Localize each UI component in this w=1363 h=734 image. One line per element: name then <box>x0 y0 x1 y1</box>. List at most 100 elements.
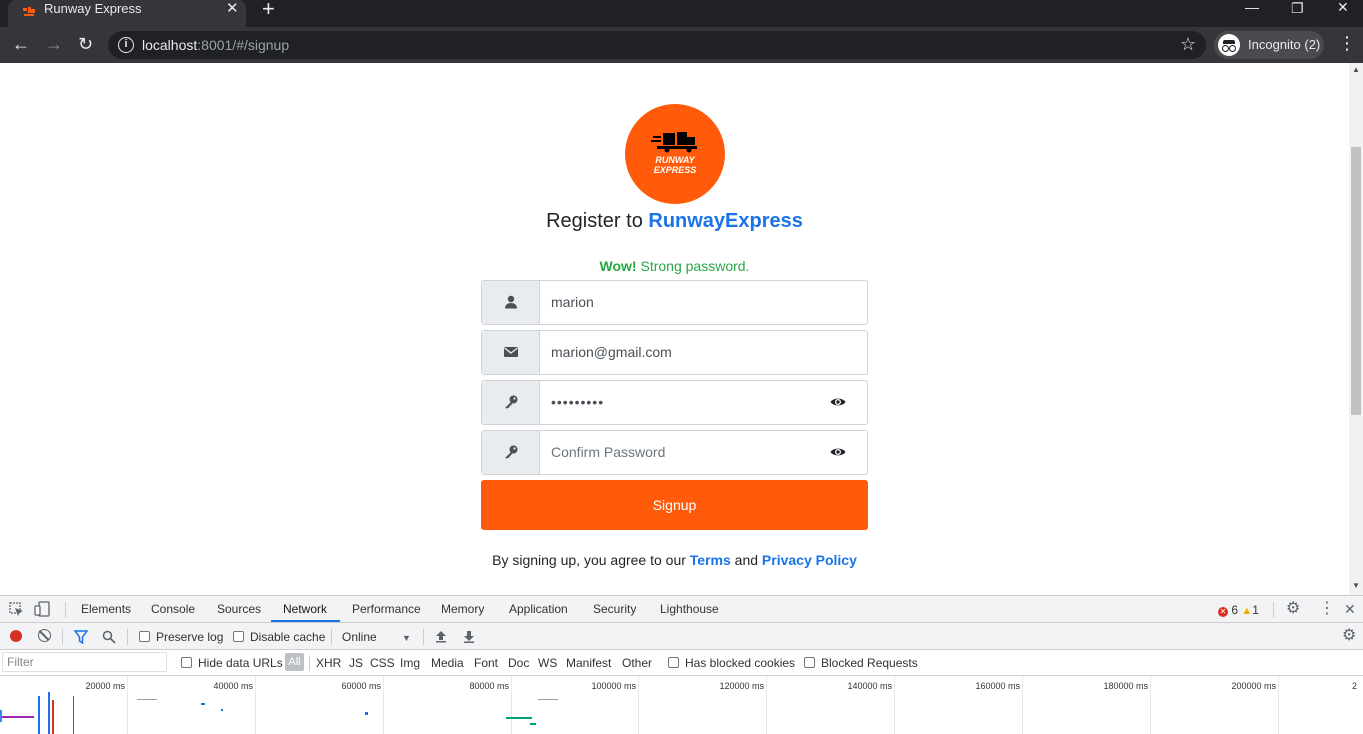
eye-icon[interactable] <box>830 445 846 459</box>
reload-icon[interactable]: ↻ <box>78 34 93 54</box>
password-strength-message: Wow! Strong password. <box>0 257 1349 275</box>
back-icon[interactable]: ← <box>12 34 30 54</box>
privacy-policy-link[interactable]: Privacy Policy <box>762 552 857 568</box>
signup-button[interactable]: Signup <box>481 480 868 530</box>
forward-icon[interactable]: → <box>45 34 63 54</box>
chevron-down-icon[interactable]: ▼ <box>402 630 411 646</box>
page-title: Register to RunwayExpress <box>0 209 1349 233</box>
filter-xhr[interactable]: XHR <box>316 656 341 671</box>
request-bar <box>0 716 34 718</box>
filter-other[interactable]: Other <box>622 656 652 671</box>
inspect-element-icon[interactable] <box>9 602 24 617</box>
email-input[interactable]: marion@gmail.com <box>551 343 672 361</box>
timeline-tick-label: 180000 ms <box>1103 681 1148 691</box>
has-blocked-cookies-label: Has blocked cookies <box>685 656 796 670</box>
devtools-separator <box>331 629 332 645</box>
browser-tab[interactable]: Runway Express ✕ <box>8 0 246 27</box>
tab-title: Runway Express <box>44 1 142 16</box>
incognito-icon <box>1218 34 1240 56</box>
username-input[interactable]: marion <box>551 293 594 311</box>
tab-console[interactable]: Console <box>151 602 195 617</box>
filter-ws[interactable]: WS <box>538 656 557 671</box>
network-overview-timeline[interactable]: 20000 ms 40000 ms 60000 ms 80000 ms 1000… <box>0 676 1363 734</box>
devtools-tabbar: Elements Console Sources Network Perform… <box>0 596 1363 623</box>
filter-manifest[interactable]: Manifest <box>566 656 611 671</box>
incognito-button[interactable]: Incognito (2) <box>1214 31 1324 59</box>
url-text[interactable]: localhost:8001/#/signup <box>142 36 289 54</box>
tab-elements[interactable]: Elements <box>81 602 131 617</box>
tab-memory[interactable]: Memory <box>441 602 484 617</box>
terms-link[interactable]: Terms <box>690 552 731 568</box>
confirm-password-input[interactable]: Confirm Password <box>551 443 665 461</box>
window-close-icon[interactable]: ✕ <box>1337 0 1349 14</box>
hide-data-urls-checkbox[interactable] <box>181 657 192 668</box>
filter-js[interactable]: JS <box>349 656 363 671</box>
timeline-gridline <box>894 676 895 734</box>
tab-lighthouse[interactable]: Lighthouse <box>660 602 719 617</box>
tab-performance[interactable]: Performance <box>352 602 421 617</box>
filter-media[interactable]: Media <box>431 656 464 671</box>
export-har-icon[interactable] <box>463 630 475 643</box>
scroll-down-icon[interactable]: ▼ <box>1352 581 1360 590</box>
timeline-gridline <box>1150 676 1151 734</box>
new-tab-button[interactable]: + <box>262 0 275 20</box>
password-input[interactable]: ••••••••• <box>551 393 604 411</box>
has-blocked-cookies-checkbox[interactable] <box>668 657 679 668</box>
address-bar[interactable]: i localhost:8001/#/signup ☆ <box>108 31 1206 59</box>
confirm-password-field[interactable]: Confirm Password <box>481 430 868 475</box>
error-count: 6 <box>1231 603 1239 617</box>
password-field[interactable]: ••••••••• <box>481 380 868 425</box>
search-icon[interactable] <box>102 630 116 644</box>
tab-sources[interactable]: Sources <box>217 602 261 617</box>
filter-all-button[interactable]: All <box>285 653 304 671</box>
scrollbar-thumb[interactable] <box>1351 147 1361 415</box>
disable-cache-checkbox[interactable] <box>233 631 244 642</box>
timeline-tick-label: 80000 ms <box>469 681 509 691</box>
confirm-password-addon <box>482 431 540 474</box>
tab-close-icon[interactable]: ✕ <box>226 1 239 17</box>
timeline-tick-label: 2 <box>1352 681 1358 691</box>
load-event-line <box>52 700 54 734</box>
devtools-close-icon[interactable]: ✕ <box>1344 601 1356 617</box>
devtools-menu-icon[interactable]: ⋮ <box>1319 601 1335 617</box>
throttling-select[interactable]: Online <box>342 630 377 645</box>
filter-icon[interactable] <box>74 630 88 644</box>
filter-doc[interactable]: Doc <box>508 656 529 671</box>
username-field[interactable]: marion <box>481 280 868 325</box>
filter-img[interactable]: Img <box>400 656 420 671</box>
record-icon[interactable] <box>10 630 22 642</box>
tab-security[interactable]: Security <box>593 602 636 617</box>
site-info-icon[interactable]: i <box>118 37 134 53</box>
clear-icon[interactable] <box>38 629 51 642</box>
minimize-icon[interactable]: — <box>1245 0 1259 14</box>
runway-express-logo: RUNWAY EXPRESS <box>625 104 725 204</box>
devtools-panel: Elements Console Sources Network Perform… <box>0 595 1363 734</box>
network-settings-gear-icon[interactable]: ⚙ <box>1342 628 1356 644</box>
issues-counter[interactable]: ✕ 6 ▲1 <box>1218 603 1259 618</box>
bookmark-star-icon[interactable]: ☆ <box>1180 34 1196 54</box>
restore-icon[interactable]: ❐ <box>1291 1 1304 15</box>
page-scrollbar[interactable]: ▲ ▼ <box>1349 63 1363 595</box>
blocked-requests-checkbox[interactable] <box>804 657 815 668</box>
tab-network[interactable]: Network <box>283 602 327 617</box>
request-bar <box>201 703 205 705</box>
timeline-tick-label: 200000 ms <box>1231 681 1276 691</box>
device-toolbar-icon[interactable] <box>34 601 50 617</box>
tab-application[interactable]: Application <box>509 602 568 617</box>
eye-icon[interactable] <box>830 395 846 409</box>
email-addon <box>482 331 540 374</box>
browser-menu-icon[interactable]: ⋮ <box>1338 33 1356 53</box>
import-har-icon[interactable] <box>435 630 447 643</box>
preserve-log-checkbox[interactable] <box>139 631 150 642</box>
browser-titlebar: Runway Express ✕ + — ❐ ✕ <box>0 0 1363 27</box>
scroll-up-icon[interactable]: ▲ <box>1352 65 1360 74</box>
network-toolbar: Preserve log Disable cache Online ▼ ⚙ <box>0 623 1363 650</box>
filter-font[interactable]: Font <box>474 656 498 671</box>
hide-data-urls-label: Hide data URLs <box>198 656 283 670</box>
filter-input[interactable]: Filter <box>2 652 167 672</box>
email-field[interactable]: marion@gmail.com <box>481 330 868 375</box>
request-bar <box>0 710 2 722</box>
settings-gear-icon[interactable]: ⚙ <box>1286 601 1300 617</box>
filter-css[interactable]: CSS <box>370 656 395 671</box>
request-bar <box>506 717 532 719</box>
